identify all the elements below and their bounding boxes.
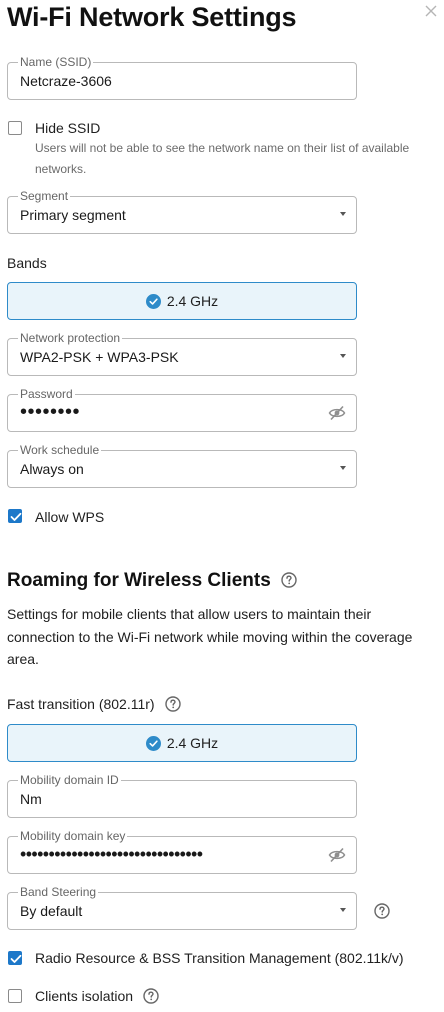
segment-value: Primary segment bbox=[20, 207, 126, 223]
ssid-field[interactable]: Name (SSID) Netcraze-3606 bbox=[7, 55, 357, 100]
protection-field-label: Network protection bbox=[18, 331, 123, 345]
caret-down-icon bbox=[340, 908, 346, 912]
allow-wps-label[interactable]: Allow WPS bbox=[35, 509, 104, 525]
checkmark-icon bbox=[10, 954, 22, 963]
clients-isolation-checkbox[interactable] bbox=[8, 989, 22, 1003]
band-label: 2.4 GHz bbox=[166, 293, 219, 309]
network-protection-select[interactable]: Network protection WPA2-PSK + WPA3-PSK bbox=[7, 331, 357, 376]
password-field[interactable]: Password •••••••• bbox=[7, 387, 357, 432]
ft-band-toggle-2-4ghz[interactable]: 2.4 GHz bbox=[7, 724, 357, 762]
segment-select[interactable]: Segment Primary segment bbox=[7, 189, 357, 234]
eye-off-icon[interactable] bbox=[328, 405, 346, 421]
work-schedule-select[interactable]: Work schedule Always on bbox=[7, 443, 357, 488]
hide-ssid-checkbox[interactable] bbox=[8, 121, 22, 135]
schedule-field-label: Work schedule bbox=[18, 443, 102, 457]
check-circle-icon bbox=[145, 736, 161, 751]
caret-down-icon bbox=[340, 466, 346, 470]
roaming-description: Settings for mobile clients that allow u… bbox=[7, 606, 413, 667]
mobility-id-value[interactable]: Nm bbox=[20, 791, 42, 807]
mobility-domain-key-field[interactable]: Mobility domain key ••••••••••••••••••••… bbox=[7, 829, 357, 874]
band-steering-field-label: Band Steering bbox=[18, 885, 99, 899]
bands-label: Bands bbox=[7, 255, 47, 271]
hide-ssid-hint: Users will not be able to see the networ… bbox=[35, 141, 410, 176]
help-icon[interactable] bbox=[165, 696, 182, 712]
ssid-field-label: Name (SSID) bbox=[18, 55, 94, 69]
hide-ssid-label[interactable]: Hide SSID bbox=[35, 120, 100, 136]
help-icon[interactable] bbox=[143, 988, 159, 1004]
roaming-section-title: Roaming for Wireless Clients bbox=[7, 570, 297, 592]
clients-isolation-label[interactable]: Clients isolation bbox=[35, 988, 159, 1004]
band-toggle-2-4ghz[interactable]: 2.4 GHz bbox=[7, 282, 357, 320]
eye-off-icon[interactable] bbox=[328, 847, 346, 863]
schedule-value: Always on bbox=[20, 461, 84, 477]
protection-value: WPA2-PSK + WPA3-PSK bbox=[20, 349, 179, 365]
band-steering-select[interactable]: Band Steering By default bbox=[7, 885, 357, 930]
mobility-domain-id-field[interactable]: Mobility domain ID Nm bbox=[7, 773, 357, 818]
dialog-title: Wi-Fi Network Settings bbox=[7, 2, 297, 32]
ssid-value[interactable]: Netcraze-3606 bbox=[20, 73, 112, 89]
password-value[interactable]: •••••••• bbox=[20, 401, 80, 423]
rrm-bss-checkbox[interactable] bbox=[8, 951, 22, 965]
close-icon[interactable] bbox=[424, 4, 438, 18]
mobility-key-field-label: Mobility domain key bbox=[18, 829, 128, 843]
check-circle-icon bbox=[145, 294, 161, 309]
help-icon[interactable] bbox=[374, 903, 390, 919]
help-icon[interactable] bbox=[281, 572, 297, 588]
allow-wps-checkbox[interactable] bbox=[8, 509, 22, 523]
mobility-key-value[interactable]: •••••••••••••••••••••••••••••••• bbox=[20, 843, 203, 865]
caret-down-icon bbox=[340, 212, 346, 216]
fast-transition-label: Fast transition (802.11r) bbox=[7, 696, 182, 712]
checkmark-icon bbox=[10, 512, 22, 521]
rrm-bss-label[interactable]: Radio Resource & BSS Transition Manageme… bbox=[35, 950, 404, 966]
caret-down-icon bbox=[340, 354, 346, 358]
segment-field-label: Segment bbox=[18, 189, 71, 203]
password-field-label: Password bbox=[18, 387, 75, 401]
ft-band-label: 2.4 GHz bbox=[166, 735, 219, 751]
mobility-id-field-label: Mobility domain ID bbox=[18, 773, 121, 787]
band-steering-value: By default bbox=[20, 903, 83, 919]
